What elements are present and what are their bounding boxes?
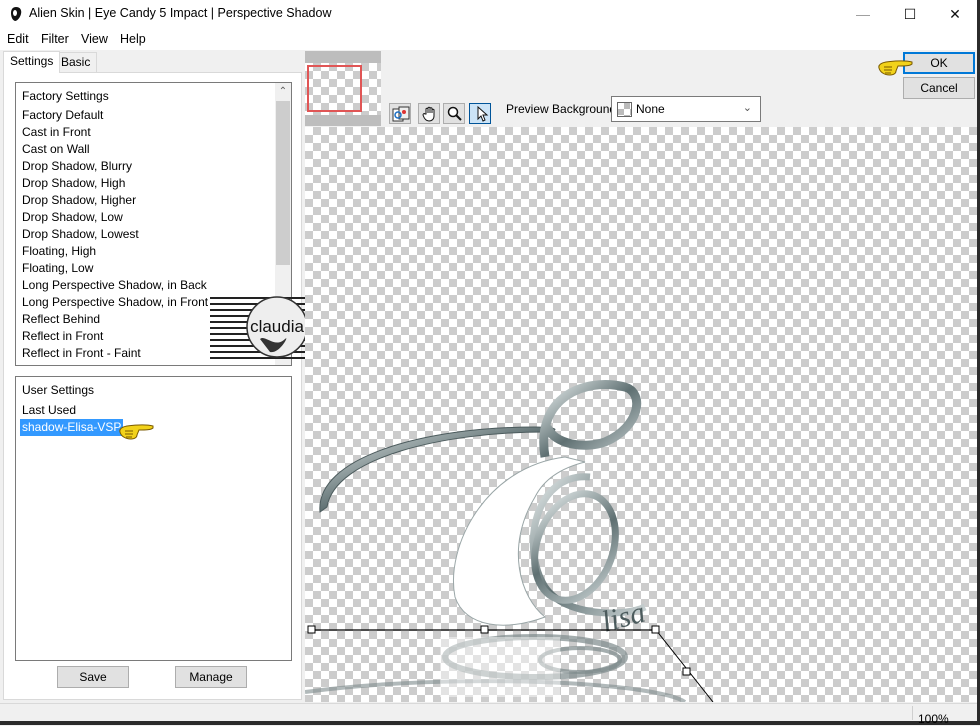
magnifier-icon [447,106,462,121]
pointer-tool-button[interactable] [469,103,491,124]
hand-tool-button[interactable] [418,103,440,124]
pointing-hand-icon [119,424,154,440]
status-bar: 100% [0,703,977,726]
factory-settings-header: Factory Settings [22,89,109,103]
title-bar: Alien Skin | Eye Candy 5 Impact | Perspe… [0,0,977,28]
list-item[interactable]: Long Perspective Shadow, in Front [22,294,208,311]
list-item[interactable]: Reflect Behind [22,311,100,328]
list-item[interactable]: Long Perspective Shadow, in Back [22,277,207,294]
list-item[interactable]: Floating, Low [22,260,93,277]
navigator-thumbnail[interactable] [305,51,381,126]
list-item[interactable]: Cast in Front [22,124,91,141]
close-button[interactable]: ✕ [932,0,978,28]
list-item[interactable]: Cast on Wall [22,141,90,158]
list-item[interactable]: Drop Shadow, Lowest [22,226,139,243]
menu-help[interactable]: Help [120,32,146,46]
eye-candy-window: Alien Skin | Eye Candy 5 Impact | Perspe… [0,0,980,726]
manage-button[interactable]: Manage [175,666,247,688]
zoom-level: 100% [918,712,949,726]
transparency-swatch-icon [617,102,632,117]
maximize-button[interactable]: ☐ [887,0,933,28]
menu-bar: Edit Filter View Help [0,28,977,50]
menu-filter[interactable]: Filter [41,32,69,46]
hand-tool-icon [422,106,435,122]
preview-toggle-icon [392,106,410,122]
list-item[interactable]: Drop Shadow, Low [22,209,123,226]
list-item[interactable]: Reflect in Front - Faint [22,345,141,362]
control-handle-center [480,625,489,634]
window-title: Alien Skin | Eye Candy 5 Impact | Perspe… [29,6,332,20]
cancel-button[interactable]: Cancel [903,77,975,99]
chevron-down-icon: ⌄ [742,102,752,114]
watermark-text: claudia [250,317,304,336]
list-item-selected[interactable]: shadow-Elisa-VSP [20,419,124,436]
settings-panel: Factory Settings Factory Default Cast in … [3,72,302,700]
list-item[interactable]: Floating, High [22,243,96,260]
menu-edit[interactable]: Edit [7,32,29,46]
preview-artwork: lisa [305,380,714,702]
preview-toggle-button[interactable] [389,103,411,124]
preview-background-select[interactable]: None ⌄ [611,96,761,122]
control-handle-direction [682,667,691,676]
menu-view[interactable]: View [81,32,108,46]
navigator-view-rect[interactable] [307,65,362,112]
list-item[interactable]: Drop Shadow, Higher [22,192,136,209]
arrow-pointer-icon [477,106,489,122]
list-item[interactable]: Factory Default [22,107,103,124]
save-button[interactable]: Save [57,666,129,688]
pointing-hand-icon [878,60,913,76]
preview-canvas[interactable]: lisa [305,127,977,702]
list-item[interactable]: Drop Shadow, High [22,175,125,192]
tab-basic[interactable]: Basic [54,52,98,72]
preview-background-label: Preview Background: [506,102,620,116]
zoom-tool-button[interactable] [443,103,465,124]
scroll-up-icon[interactable]: ⌃ [275,83,291,100]
alien-skin-logo-icon [11,7,22,21]
minimize-button[interactable]: — [840,0,886,28]
control-handle-left [307,625,316,634]
user-settings-header: User Settings [22,383,95,397]
tab-settings[interactable]: Settings [3,51,61,73]
user-settings-list[interactable]: User Settings Last Used shadow-Elisa-VSP [15,376,292,661]
list-item[interactable]: Last Used [22,402,76,419]
preview-background-value: None [636,102,665,116]
svg-text:lisa: lisa [598,596,648,639]
shadow-direction-line [655,629,714,702]
list-item[interactable]: Reflect in Front [22,328,103,345]
list-item[interactable]: Drop Shadow, Blurry [22,158,132,175]
scroll-thumb[interactable] [276,101,290,265]
control-handle-right [651,625,660,634]
